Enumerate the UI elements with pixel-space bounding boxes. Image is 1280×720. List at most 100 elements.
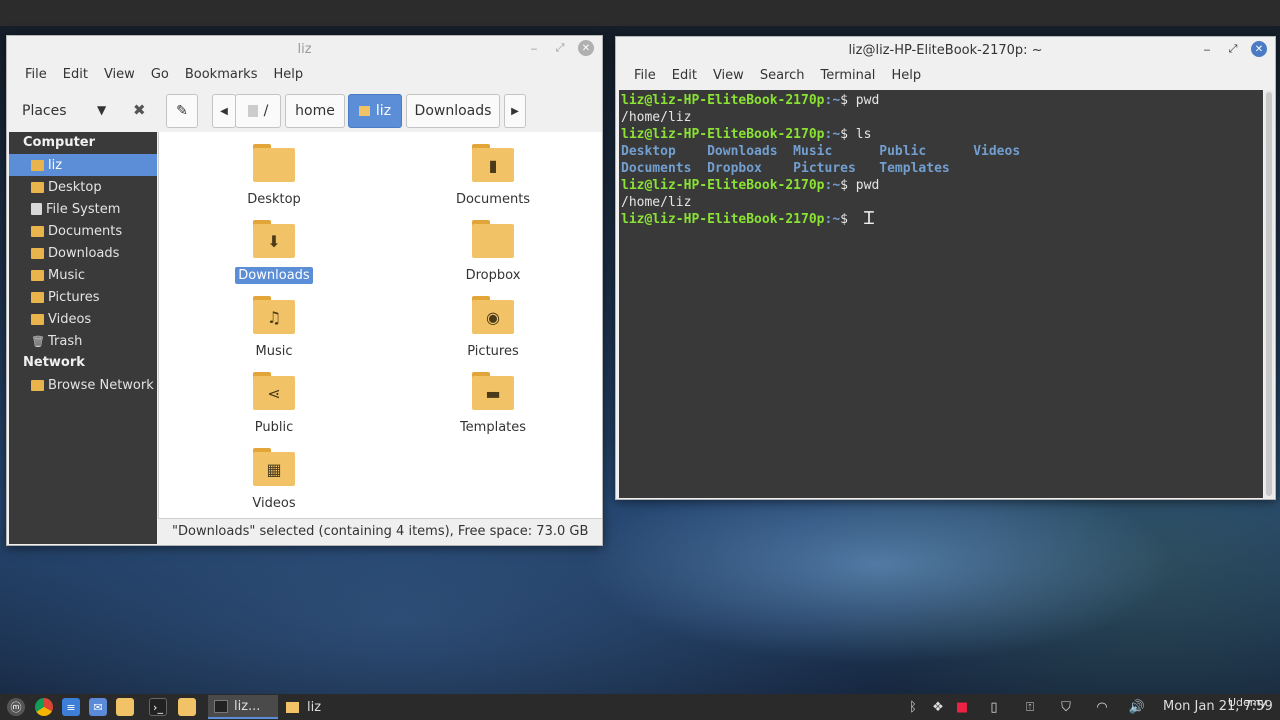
terminal-dir-listing: Desktop Downloads Music Public Videos: [621, 144, 1021, 159]
terminal-prompt: liz@liz-HP-EliteBook-2170p: [621, 212, 825, 227]
file-manager-window: liz ‒ ⤢ ✕ File Edit View Go Bookmarks He…: [6, 35, 603, 546]
sidebar-item-trash[interactable]: 🗑 Trash: [9, 330, 157, 352]
terminal-prompt-path: :~: [824, 178, 841, 193]
menu-help[interactable]: Help: [883, 68, 929, 83]
menu-bookmarks[interactable]: Bookmarks: [177, 67, 266, 82]
terminal-scrollbar-thumb[interactable]: [1266, 92, 1272, 496]
terminal-dir-listing: Documents Dropbox Pictures Templates: [621, 161, 950, 176]
sidebar-item-label: File System: [46, 201, 121, 217]
volume-icon[interactable]: 🔊: [1127, 697, 1147, 717]
menu-help[interactable]: Help: [265, 67, 311, 82]
screen-recorder-icon[interactable]: ■: [951, 697, 973, 717]
folder-icon: [31, 181, 44, 193]
places-sidebar: Computer liz Desktop File System Documen…: [9, 132, 157, 544]
folder-item-public[interactable]: ⋖ Public: [209, 372, 339, 436]
folder-launcher-icon[interactable]: [178, 698, 196, 716]
text-editor-icon[interactable]: ≡: [62, 698, 80, 716]
menu-go[interactable]: Go: [143, 67, 177, 82]
menu-file[interactable]: File: [626, 68, 664, 83]
sidebar-item-label: Trash: [48, 333, 83, 349]
network-folder-icon: [31, 379, 44, 391]
menu-file[interactable]: File: [17, 67, 55, 82]
path-liz-button[interactable]: liz: [348, 94, 402, 128]
file-manager-toolbar: Places ▼ ✖ ✎ ◀ / home liz Downloads ▶: [7, 88, 602, 134]
sidebar-item-label: Videos: [48, 311, 92, 327]
menu-search[interactable]: Search: [752, 68, 813, 83]
folder-label: Dropbox: [465, 268, 521, 283]
terminal-prompt-path: :~: [824, 93, 841, 108]
wifi-icon[interactable]: ◠: [1092, 697, 1112, 717]
terminal-command: ls: [847, 127, 872, 142]
taskbar: ⓜ ≡ ✉ ›_ liz... liz ᛒ ❖ ■ ▯ ⍐ ⛉ ◠ 🔊 Mon …: [0, 694, 1280, 720]
path-downloads-label: Downloads: [414, 103, 492, 119]
close-icon[interactable]: ✕: [1251, 41, 1267, 57]
terminal-prompt: liz@liz-HP-EliteBook-2170p: [621, 127, 825, 142]
path-root-button[interactable]: /: [235, 94, 281, 128]
mint-menu-icon[interactable]: ⓜ: [7, 698, 25, 716]
sidebar-item-desktop[interactable]: Desktop: [9, 176, 157, 198]
menu-edit[interactable]: Edit: [55, 67, 96, 82]
file-manager-titlebar[interactable]: liz ‒ ⤢ ✕: [7, 36, 602, 62]
clipboard-icon[interactable]: ▯: [985, 697, 1003, 717]
sidebar-item-browse-network[interactable]: Browse Network: [9, 374, 157, 396]
files-icon[interactable]: [116, 698, 134, 716]
chrome-icon[interactable]: [35, 698, 53, 716]
file-manager-menubar: File Edit View Go Bookmarks Help: [7, 62, 602, 86]
folder-item-pictures[interactable]: ◉ Pictures: [428, 296, 558, 360]
folder-item-downloads[interactable]: ⬇ Downloads: [209, 220, 339, 284]
terminal-launcher-icon[interactable]: ›_: [149, 698, 167, 716]
terminal-window: liz@liz-HP-EliteBook-2170p: ~ ‒ ⤢ ✕ File…: [615, 36, 1276, 500]
folder-item-desktop[interactable]: Desktop: [209, 144, 339, 208]
terminal-icon: [214, 699, 228, 713]
edit-location-button[interactable]: ✎: [166, 94, 198, 128]
taskbar-window-label: liz: [307, 699, 322, 715]
sidebar-item-videos[interactable]: Videos: [9, 308, 157, 330]
folder-item-music[interactable]: ♫ Music: [209, 296, 339, 360]
menu-edit[interactable]: Edit: [664, 68, 705, 83]
path-downloads-button[interactable]: Downloads: [406, 94, 500, 128]
maximize-icon[interactable]: ⤢: [1225, 41, 1241, 57]
folder-label: Desktop: [247, 192, 301, 207]
sidebar-item-pictures[interactable]: Pictures: [9, 286, 157, 308]
mail-icon[interactable]: ✉: [89, 698, 107, 716]
sidebar-item-music[interactable]: Music: [9, 264, 157, 286]
path-scroll-right-button[interactable]: ▶: [504, 94, 526, 128]
folder-item-dropbox[interactable]: Dropbox: [428, 220, 558, 284]
sidebar-item-liz[interactable]: liz: [9, 154, 157, 176]
minimize-icon[interactable]: ‒: [1199, 41, 1215, 57]
path-home-button[interactable]: home: [285, 94, 345, 128]
sidebar-item-downloads[interactable]: Downloads: [9, 242, 157, 264]
terminal-titlebar[interactable]: liz@liz-HP-EliteBook-2170p: ~ ‒ ⤢ ✕: [616, 37, 1275, 63]
sidebar-item-documents[interactable]: Documents: [9, 220, 157, 242]
home-folder-icon: [31, 159, 44, 171]
sidebar-item-file-system[interactable]: File System: [9, 198, 157, 220]
close-icon[interactable]: ✕: [578, 40, 594, 56]
menu-view[interactable]: View: [96, 67, 143, 82]
file-icon-view[interactable]: Desktop ▮ Documents ⬇ Downloads Dropbox …: [158, 132, 602, 518]
places-selector[interactable]: Places ▼ ✖: [15, 94, 160, 128]
dropbox-icon[interactable]: ❖: [929, 697, 947, 717]
chevron-down-icon[interactable]: ▼: [97, 103, 106, 117]
path-scroll-left-button[interactable]: ◀: [212, 94, 236, 128]
folder-item-videos[interactable]: ▦ Videos: [209, 448, 339, 512]
bluetooth-icon[interactable]: ᛒ: [904, 697, 922, 717]
folder-item-documents[interactable]: ▮ Documents: [428, 144, 558, 208]
taskbar-window-files[interactable]: liz: [280, 695, 340, 719]
maximize-icon[interactable]: ⤢: [552, 40, 568, 56]
folder-music-icon: [31, 269, 44, 281]
taskbar-window-terminal[interactable]: liz...: [208, 695, 278, 719]
menu-view[interactable]: View: [705, 68, 752, 83]
folder-item-templates[interactable]: ▬ Templates: [428, 372, 558, 436]
trash-icon: 🗑: [31, 334, 45, 348]
menu-terminal[interactable]: Terminal: [812, 68, 883, 83]
sidebar-item-label: Desktop: [48, 179, 102, 195]
close-sidebar-icon[interactable]: ✖: [133, 101, 146, 119]
sidebar-item-label: liz: [48, 157, 63, 173]
update-manager-icon[interactable]: ⍐: [1020, 697, 1040, 717]
folder-templates-icon: ▬: [472, 372, 514, 410]
terminal-output[interactable]: liz@liz-HP-EliteBook-2170p:~$ pwd/home/l…: [619, 90, 1263, 498]
minimize-icon[interactable]: ‒: [526, 40, 542, 56]
sidebar-item-label: Downloads: [48, 245, 120, 261]
folder-label: Public: [254, 420, 294, 435]
shield-icon[interactable]: ⛉: [1056, 697, 1076, 717]
